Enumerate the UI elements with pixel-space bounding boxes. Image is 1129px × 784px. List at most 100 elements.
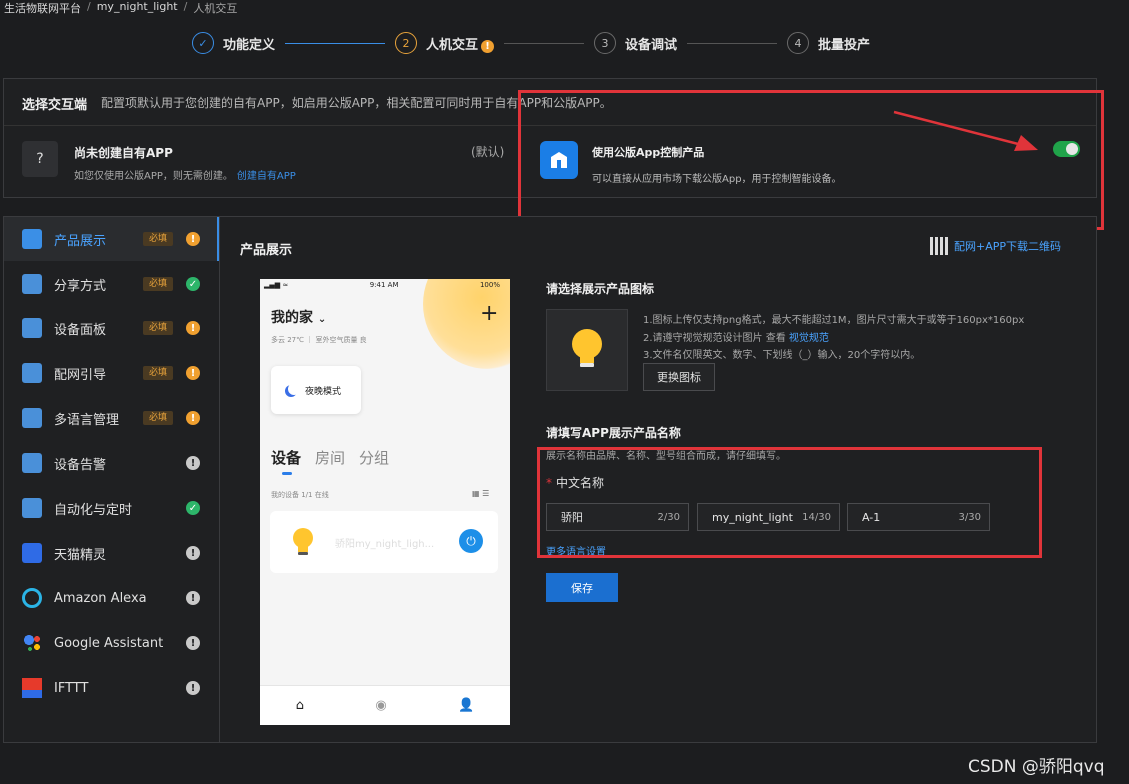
sidebar-item-product-display[interactable]: 产品展示 必填 ! bbox=[4, 217, 220, 261]
sidebar-item-tmall-genie[interactable]: 天猫精灵 ! bbox=[4, 531, 220, 575]
power-icon: ⏻ bbox=[459, 529, 483, 553]
step-number: 3 bbox=[594, 32, 617, 54]
info-icon: ! bbox=[186, 546, 200, 560]
sidebar-item-label: 配网引导 bbox=[54, 367, 107, 383]
phone-status-bar: ▂▄▆ ≈ 9:41 AM 100% bbox=[264, 281, 500, 293]
moon-icon bbox=[288, 383, 300, 395]
change-icon-button[interactable]: 更换图标 bbox=[643, 363, 715, 391]
weather-info: 多云 27℃ ｜ 室外空气质量 良 bbox=[271, 336, 367, 344]
icon-section-title: 请选择展示产品图标 bbox=[546, 282, 655, 296]
step-label: 批量投产 bbox=[818, 37, 871, 53]
night-mode-label: 夜晚模式 bbox=[305, 386, 342, 397]
warning-icon: ! bbox=[186, 232, 200, 246]
create-own-app-link[interactable]: 创建自有APP bbox=[237, 171, 296, 182]
breadcrumb-separator: / bbox=[87, 0, 91, 13]
warning-icon: ! bbox=[186, 366, 200, 380]
sidebar-item-label: Amazon Alexa bbox=[54, 590, 147, 606]
rule-line: 3.文件名仅限英文、数字、下划线（_）输入，20个字符以内。 bbox=[643, 350, 921, 361]
info-icon: ! bbox=[186, 636, 200, 650]
progress-steps: ✓ 功能定义 2 人机交互! 3 设备调试 4 批量投产 bbox=[192, 30, 870, 56]
qr-link-label: 配网+APP下载二维码 bbox=[954, 240, 1062, 253]
ifttt-icon bbox=[22, 678, 42, 698]
tab-underline bbox=[282, 472, 292, 475]
phone-tabs: 设备 房间 分组 bbox=[271, 447, 389, 468]
step-number: 4 bbox=[787, 32, 810, 54]
check-circle-icon: ✓ bbox=[186, 501, 200, 515]
home-icon: ⌂ bbox=[295, 698, 304, 713]
info-icon: ! bbox=[186, 591, 200, 605]
battery-indicator: 100% bbox=[479, 281, 500, 289]
question-icon: ? bbox=[22, 141, 58, 177]
sidebar-item-language[interactable]: 多语言管理 必填 ! bbox=[4, 396, 220, 440]
breadcrumb: 生活物联网平台 / my_night_light / 人机交互 bbox=[4, 0, 238, 15]
check-icon: ✓ bbox=[192, 32, 214, 54]
breadcrumb-separator: / bbox=[183, 0, 188, 13]
step-label: 人机交互! bbox=[426, 34, 495, 53]
default-tag: (默认) bbox=[471, 145, 505, 159]
warning-icon: ! bbox=[481, 39, 495, 53]
profile-icon: 👤 bbox=[458, 698, 475, 713]
required-badge: 必填 bbox=[143, 277, 174, 291]
icon-rules: 1.图标上传仅支持png格式，最大不能超过1M，图片尺寸需大于或等于160px*… bbox=[643, 312, 1024, 365]
save-button[interactable]: 保存 bbox=[546, 573, 618, 602]
warning-icon: ! bbox=[186, 411, 200, 425]
step-label: 功能定义 bbox=[223, 37, 276, 53]
tmall-genie-icon bbox=[22, 543, 42, 563]
sidebar-item-google-assistant[interactable]: Google Assistant ! bbox=[4, 621, 220, 665]
sidebar-item-share[interactable]: 分享方式 必填 ✓ bbox=[4, 262, 220, 306]
check-circle-icon: ✓ bbox=[186, 277, 200, 291]
sidebar-item-label: 设备告警 bbox=[54, 457, 107, 473]
tab-rooms: 房间 bbox=[315, 449, 346, 467]
info-icon: ! bbox=[186, 681, 200, 695]
sidebar-item-network-guide[interactable]: 配网引导 必填 ! bbox=[4, 351, 220, 395]
panel-title: 选择交互端 bbox=[22, 98, 88, 113]
tab-groups: 分组 bbox=[359, 449, 390, 467]
qr-code-link[interactable]: 配网+APP下载二维码 bbox=[930, 237, 1061, 255]
sidebar-item-label: Google Assistant bbox=[54, 635, 164, 651]
breadcrumb-item-product[interactable]: my_night_light bbox=[97, 0, 178, 14]
night-mode-card: 夜晚模式 bbox=[271, 366, 361, 414]
step-connector bbox=[504, 42, 585, 44]
rule-line: 2.请遵守视觉规范设计图片 查看 视觉规范 bbox=[643, 332, 829, 344]
required-badge: 必填 bbox=[143, 411, 174, 425]
breadcrumb-item-current: 人机交互 bbox=[193, 2, 238, 15]
step-label: 设备调试 bbox=[625, 37, 678, 53]
step-device-debug[interactable]: 3 设备调试 bbox=[594, 32, 677, 54]
chevron-down-icon: ⌄ bbox=[317, 314, 327, 325]
step-connector bbox=[687, 42, 778, 44]
visual-spec-link[interactable]: 视觉规范 bbox=[789, 333, 829, 344]
watermark: CSDN @骄阳qvq bbox=[968, 757, 1105, 777]
step-function-definition[interactable]: ✓ 功能定义 bbox=[192, 32, 275, 54]
network-icon bbox=[22, 363, 42, 383]
sidebar-item-alarm[interactable]: 设备告警 ! bbox=[4, 441, 220, 485]
sidebar-item-label: IFTTT bbox=[54, 680, 89, 696]
device-card: 骄阳my_night_ligh... ⏻ bbox=[270, 511, 498, 573]
step-human-machine-interaction[interactable]: 2 人机交互! bbox=[395, 32, 495, 54]
highlight-box-name-inputs bbox=[537, 447, 1042, 558]
phone-time: 9:41 AM bbox=[369, 281, 399, 289]
config-sidebar: 产品展示 必填 ! 分享方式 必填 ✓ 设备面板 必填 ! 配网引导 必填 ! … bbox=[3, 216, 220, 743]
sidebar-item-label: 设备面板 bbox=[54, 322, 107, 338]
sidebar-item-automation[interactable]: 自动化与定时 ✓ bbox=[4, 486, 220, 530]
panel-icon bbox=[22, 318, 42, 338]
alexa-icon bbox=[22, 588, 42, 608]
language-icon bbox=[22, 408, 42, 428]
phone-bottom-nav: ⌂ ◉ 👤 bbox=[260, 685, 510, 725]
step-mass-production[interactable]: 4 批量投产 bbox=[787, 32, 870, 54]
sidebar-item-device-panel[interactable]: 设备面板 必填 ! bbox=[4, 306, 220, 350]
tab-devices: 设备 bbox=[271, 449, 302, 467]
breadcrumb-item-platform[interactable]: 生活物联网平台 bbox=[4, 0, 81, 15]
sidebar-item-ifttt[interactable]: IFTTT ! bbox=[4, 666, 220, 710]
cube-icon bbox=[22, 229, 42, 249]
share-icon bbox=[22, 274, 42, 294]
sidebar-item-alexa[interactable]: Amazon Alexa ! bbox=[4, 576, 220, 620]
bulb-icon bbox=[572, 329, 602, 367]
own-app-option: ? 尚未创建自有APP 如您仅使用公版APP，则无需创建。 创建自有APP bbox=[22, 141, 296, 182]
sidebar-item-label: 自动化与定时 bbox=[54, 502, 133, 518]
view-toggle-icon: ▦ ☰ bbox=[472, 489, 490, 498]
warning-icon: ! bbox=[186, 321, 200, 335]
info-icon: ! bbox=[186, 456, 200, 470]
own-app-desc: 如您仅使用公版APP，则无需创建。 创建自有APP bbox=[74, 171, 296, 182]
sidebar-item-label: 分享方式 bbox=[54, 278, 107, 294]
signal-icon: ▂▄▆ ≈ bbox=[264, 281, 289, 289]
